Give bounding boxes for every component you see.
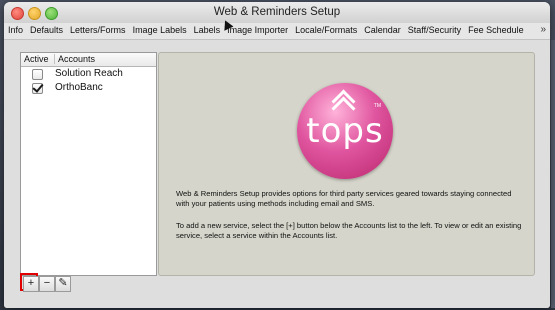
column-header-accounts[interactable]: Accounts [54, 54, 95, 64]
panel-description: Web & Reminders Setup provides options f… [176, 189, 512, 208]
remove-account-button[interactable]: − [39, 276, 55, 292]
tab-fee-schedule[interactable]: Fee Schedule [464, 23, 527, 35]
account-name: OrthoBanc [55, 82, 103, 93]
panel-instructions: To add a new service, select the [+] but… [176, 221, 522, 240]
active-checkbox[interactable] [32, 83, 43, 94]
edit-account-button[interactable]: ✎ [55, 276, 71, 292]
column-header-active[interactable]: Active [24, 54, 49, 64]
tabbar-overflow-icon[interactable]: » [540, 24, 546, 35]
background-window-edge [551, 40, 555, 308]
accounts-list-header: Active Accounts [21, 53, 156, 67]
content-area: Active Accounts Solution Reach OrthoBanc… [4, 40, 550, 308]
logo-trademark: TM [373, 103, 381, 109]
setup-window: Web & Reminders Setup Info Defaults Letter… [4, 2, 550, 308]
tab-image-labels[interactable]: Image Labels [129, 23, 190, 35]
tab-image-importer[interactable]: Image Importer [223, 23, 291, 35]
tab-info[interactable]: Info [4, 23, 26, 35]
info-panel: tops TM Web & Reminders Setup provides o… [158, 52, 535, 276]
preferences-tabbar: Info Defaults Letters/Forms Image Labels Lab… [4, 23, 550, 40]
account-row[interactable]: Solution Reach [21, 67, 156, 81]
tab-locale-formats[interactable]: Locale/Formats [291, 23, 360, 35]
tab-defaults[interactable]: Defaults [26, 23, 66, 35]
account-row[interactable]: OrthoBanc [21, 81, 156, 95]
add-account-button[interactable]: + [23, 276, 39, 292]
tops-logo: tops TM [297, 83, 393, 179]
tab-staff-security[interactable]: Staff/Security [404, 23, 464, 35]
window-title: Web & Reminders Setup [213, 6, 341, 18]
account-name: Solution Reach [55, 68, 123, 79]
active-checkbox[interactable] [32, 69, 43, 80]
tab-letters-forms[interactable]: Letters/Forms [66, 23, 129, 35]
accounts-list[interactable]: Active Accounts Solution Reach OrthoBanc [20, 52, 157, 276]
tab-calendar[interactable]: Calendar [360, 23, 404, 35]
tab-labels[interactable]: Labels [190, 23, 224, 35]
title-bar[interactable]: Web & Reminders Setup [4, 2, 550, 24]
logo-wordmark: tops [306, 111, 384, 151]
